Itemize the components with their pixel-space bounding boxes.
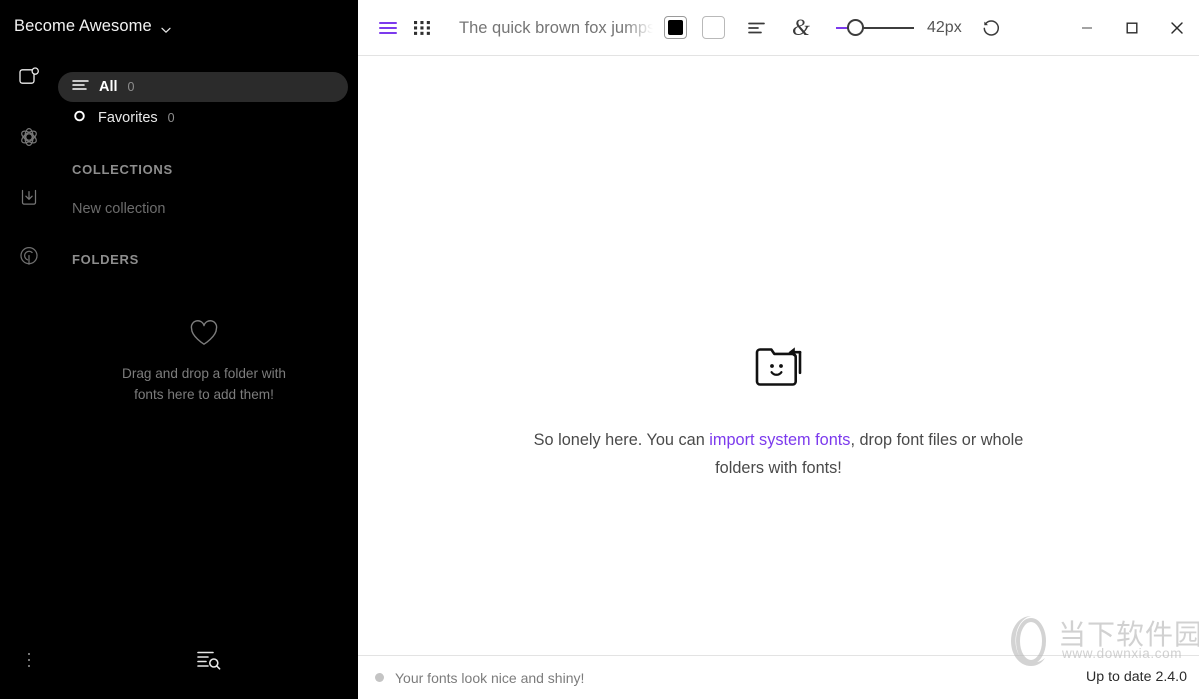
sidebar: Become Awesome — [0, 0, 358, 699]
ampersand-glyph: & — [792, 16, 810, 39]
toolbar: & 42px — [358, 0, 1199, 56]
empty-state: So lonely here. You can import system fo… — [358, 339, 1199, 482]
sidebar-item-fonts-library[interactable] — [12, 62, 46, 96]
new-collection-button[interactable]: New collection — [58, 201, 358, 217]
list-view-icon[interactable] — [373, 13, 403, 43]
list-lines-icon — [72, 78, 89, 97]
maximize-icon[interactable] — [1109, 0, 1154, 56]
slider-handle[interactable] — [847, 19, 864, 36]
version-label: Up to date 2.4.0 — [1086, 669, 1187, 685]
minimize-icon[interactable] — [1064, 0, 1109, 56]
color-swatch-white-fill — [706, 20, 721, 35]
status-indicator-dot — [375, 673, 384, 682]
folder-badge-icon — [16, 64, 42, 95]
broadcast-icon — [16, 244, 42, 275]
sidebar-item-all-label: All — [99, 79, 118, 95]
sidebar-footer — [0, 629, 358, 699]
align-left-icon[interactable] — [742, 13, 772, 43]
sidebar-item-favorites[interactable]: Favorites 0 — [58, 103, 358, 133]
preview-text-input[interactable] — [459, 13, 654, 43]
folder-smiley-import-icon — [358, 339, 1199, 398]
reset-icon[interactable] — [976, 13, 1006, 43]
vertical-dots-icon[interactable] — [16, 643, 42, 677]
ampersand-icon[interactable]: & — [786, 13, 816, 43]
circle-outline-icon — [72, 109, 88, 128]
atom-icon — [16, 124, 42, 155]
import-system-fonts-link[interactable]: import system fonts — [709, 431, 850, 449]
workspace-title-label: Become Awesome — [14, 17, 152, 36]
empty-state-text: So lonely here. You can import system fo… — [519, 426, 1039, 482]
folders-heading: FOLDERS — [58, 252, 358, 267]
sidebar-item-favorites-count: 0 — [168, 111, 175, 125]
sidebar-item-downloads[interactable] — [12, 182, 46, 216]
sidebar-item-favorites-label: Favorites — [98, 110, 158, 126]
chevron-down-icon — [160, 22, 172, 34]
slider-fill — [836, 27, 847, 29]
sidebar-item-all-count: 0 — [128, 80, 135, 94]
empty-text-before: So lonely here. You can — [534, 431, 710, 449]
grid-view-icon[interactable] — [407, 13, 437, 43]
sidebar-item-all[interactable]: All 0 — [58, 72, 348, 102]
heart-icon — [58, 318, 350, 354]
font-size-label: 42px — [927, 19, 962, 37]
color-swatch-black[interactable] — [664, 16, 687, 39]
font-canvas: So lonely here. You can import system fo… — [358, 56, 1199, 656]
list-search-icon[interactable] — [192, 642, 226, 676]
dropzone-line-2: fonts here to add them! — [58, 384, 350, 405]
status-message: Your fonts look nice and shiny! — [395, 670, 584, 686]
status-bar: Your fonts look nice and shiny! Up to da… — [358, 656, 1199, 699]
font-size-slider[interactable] — [836, 13, 914, 43]
app-window: Become Awesome — [0, 0, 1199, 699]
collections-heading: COLLECTIONS — [58, 162, 358, 177]
color-swatch-black-fill — [668, 20, 683, 35]
sidebar-rail — [0, 62, 58, 276]
sidebar-item-playground[interactable] — [12, 122, 46, 156]
dropzone-line-1: Drag and drop a folder with — [58, 363, 350, 384]
folder-dropzone[interactable]: Drag and drop a folder with fonts here t… — [58, 318, 350, 405]
workspace-title[interactable]: Become Awesome — [14, 17, 172, 36]
sidebar-nav: All 0 Favorites 0 COLLECTIONS New collec… — [58, 72, 358, 267]
window-controls — [1064, 0, 1199, 56]
main-area: & 42px — [358, 0, 1199, 699]
sidebar-item-activations[interactable] — [12, 242, 46, 276]
color-swatch-white[interactable] — [702, 16, 725, 39]
download-box-icon — [16, 184, 42, 215]
close-icon[interactable] — [1154, 0, 1199, 56]
